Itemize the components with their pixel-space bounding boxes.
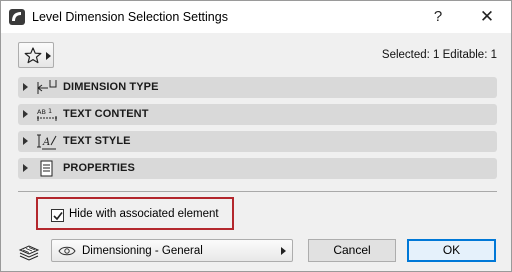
- expand-arrow-icon: [23, 83, 28, 91]
- help-button[interactable]: ?: [426, 5, 450, 29]
- close-button[interactable]: ✕: [472, 5, 502, 29]
- cancel-button[interactable]: Cancel: [308, 239, 396, 262]
- properties-icon: [40, 160, 53, 177]
- selection-count: Selected: 1 Editable: 1: [381, 49, 497, 61]
- panel-text-content[interactable]: AB 1 TEXT CONTENT: [18, 104, 497, 125]
- hide-with-associated-label[interactable]: Hide with associated element: [69, 208, 219, 220]
- svg-text:A: A: [42, 137, 50, 148]
- svg-text:AB: AB: [37, 108, 46, 116]
- chevron-right-icon: [281, 247, 286, 255]
- panel-label: TEXT CONTENT: [63, 108, 149, 120]
- panel-properties[interactable]: PROPERTIES: [18, 158, 497, 179]
- chevron-right-icon: [46, 52, 51, 60]
- eye-icon: [58, 246, 76, 256]
- settings-dialog: Level Dimension Selection Settings ? ✕ S…: [0, 0, 512, 272]
- archicad-app-icon: [9, 9, 25, 25]
- layer-dropdown-value: Dimensioning - General: [82, 245, 203, 257]
- title-bar[interactable]: Level Dimension Selection Settings ? ✕: [1, 1, 511, 33]
- expand-arrow-icon: [23, 137, 28, 145]
- divider: [18, 191, 497, 192]
- dimension-type-icon: [37, 80, 57, 94]
- favorites-button[interactable]: [18, 42, 54, 68]
- star-icon: [24, 47, 42, 64]
- hide-with-associated-checkbox[interactable]: [51, 209, 64, 222]
- panel-text-style[interactable]: A TEXT STYLE: [18, 131, 497, 152]
- panel-label: TEXT STYLE: [63, 135, 131, 147]
- layer-dropdown[interactable]: Dimensioning - General: [51, 239, 293, 262]
- text-style-icon: A: [37, 134, 57, 150]
- expand-arrow-icon: [23, 110, 28, 118]
- ok-button[interactable]: OK: [407, 239, 496, 262]
- svg-text:1: 1: [48, 107, 52, 115]
- panel-label: DIMENSION TYPE: [63, 81, 159, 93]
- layers-icon: [18, 245, 40, 261]
- checkmark-icon: [53, 212, 63, 221]
- dialog-title: Level Dimension Selection Settings: [32, 10, 228, 24]
- panel-dimension-type[interactable]: DIMENSION TYPE: [18, 77, 497, 98]
- expand-arrow-icon: [23, 164, 28, 172]
- panel-label: PROPERTIES: [63, 162, 135, 174]
- text-content-icon: AB 1: [37, 107, 57, 121]
